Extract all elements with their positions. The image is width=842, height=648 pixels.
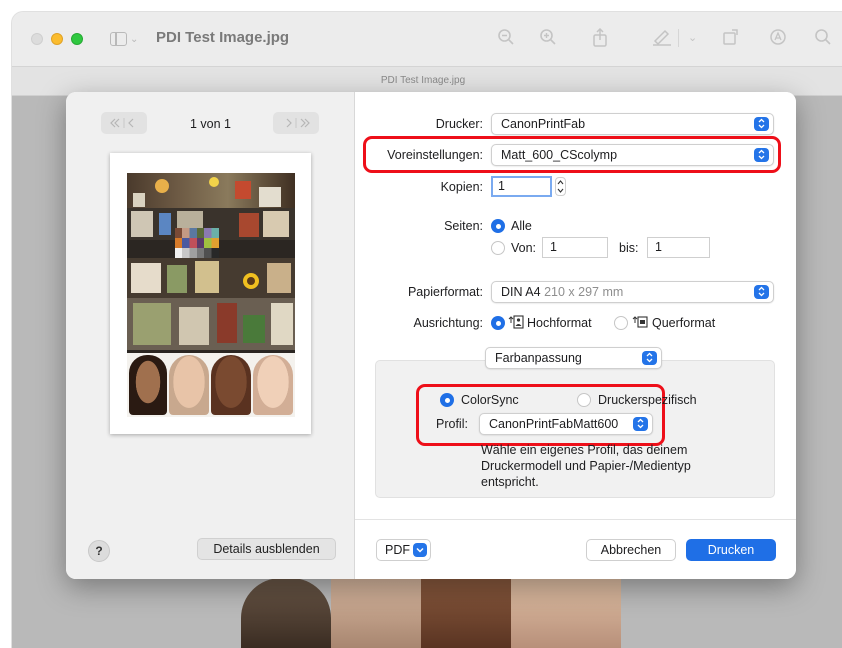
pages-from-input[interactable]: 1 [542, 237, 608, 258]
next-page-button[interactable] [273, 112, 319, 134]
printer-specific-radio[interactable] [577, 393, 591, 407]
printer-specific-label: Druckerspezifisch [598, 393, 697, 407]
up-down-arrows-icon [633, 417, 648, 431]
copies-input[interactable]: 1 [491, 176, 552, 197]
toolbar-divider [678, 29, 679, 47]
pages-all-radio[interactable] [491, 219, 505, 233]
sidebar-toggle-button[interactable]: ⌄ [110, 29, 146, 49]
pages-to-label: bis: [619, 241, 639, 255]
up-down-arrows-icon [642, 351, 657, 365]
landscape-radio[interactable] [614, 316, 628, 330]
copies-stepper[interactable] [555, 177, 566, 196]
pages-label: Seiten: [444, 219, 483, 233]
printer-select[interactable]: CanonPrintFab [491, 113, 774, 135]
presets-label: Voreinstellungen: [387, 148, 483, 162]
title-bar: ⌄ PDI Test Image.jpg ⌄ [12, 12, 842, 66]
pages-from-label: Von: [511, 241, 537, 255]
orientation-label: Ausrichtung: [413, 316, 483, 330]
section-value: Farbanpassung [495, 351, 582, 365]
paper-size-dimensions: 210 x 297 mm [544, 285, 624, 299]
portrait-radio[interactable] [491, 316, 505, 330]
background-photo [331, 578, 421, 648]
paper-size-label: Papierformat: [407, 285, 483, 299]
hide-details-button[interactable]: Details ausblenden [197, 538, 336, 560]
footer-divider [355, 519, 796, 520]
chevron-down-icon [413, 543, 427, 557]
profile-hint: Wähle ein eigenes Profil, das deinem Dru… [481, 443, 691, 489]
presets-value: Matt_600_CScolymp [501, 148, 618, 162]
window-title: PDI Test Image.jpg [156, 29, 290, 46]
profile-select[interactable]: CanonPrintFabMatt600 [479, 413, 653, 435]
chevron-down-icon[interactable]: ⌄ [688, 31, 697, 44]
background-photo [511, 578, 621, 648]
search-icon[interactable] [814, 28, 832, 51]
zoom-in-icon[interactable] [539, 28, 557, 51]
up-down-arrows-icon [754, 285, 769, 299]
pdf-menu-button[interactable]: PDF [376, 539, 431, 561]
presets-select[interactable]: Matt_600_CScolymp [491, 144, 774, 166]
portrait-icon [508, 315, 526, 329]
pages-all-label: Alle [511, 219, 532, 233]
up-down-arrows-icon [754, 117, 769, 131]
background-photo [421, 578, 511, 648]
annotate-icon[interactable] [769, 28, 787, 51]
page-thumbnail [110, 153, 311, 434]
print-settings-pane: Drucker: CanonPrintFab Voreinstellungen:… [355, 92, 796, 579]
printer-value: CanonPrintFab [501, 117, 586, 131]
stepper-arrows-icon [557, 180, 564, 193]
section-select[interactable]: Farbanpassung [485, 347, 662, 369]
share-icon[interactable] [592, 27, 608, 53]
portrait-label: Hochformat [527, 316, 592, 330]
help-button[interactable]: ? [88, 540, 110, 562]
pdf-label: PDF [385, 543, 410, 557]
profile-value: CanonPrintFabMatt600 [489, 417, 619, 431]
minimize-window-button[interactable] [51, 33, 63, 45]
pages-to-input[interactable]: 1 [647, 237, 710, 258]
chevron-down-icon: ⌄ [130, 33, 139, 45]
copies-label: Kopien: [440, 180, 483, 194]
profile-label: Profil: [436, 417, 468, 431]
paper-size-select[interactable]: DIN A4 210 x 297 mm [491, 281, 774, 303]
tab-document[interactable]: PDI Test Image.jpg [12, 75, 842, 86]
zoom-window-button[interactable] [71, 33, 83, 45]
test-image-thumbnail [127, 173, 295, 417]
close-window-button[interactable] [31, 33, 43, 45]
print-preview-pane: 1 von 1 ? Details ausblenden [66, 92, 355, 579]
printer-label: Drucker: [435, 117, 483, 131]
landscape-icon [632, 315, 650, 329]
pages-range-radio[interactable] [491, 241, 505, 255]
up-down-arrows-icon [754, 148, 769, 162]
cancel-button[interactable]: Abbrechen [586, 539, 676, 561]
paper-size-value: DIN A4 [501, 285, 541, 299]
print-button[interactable]: Drucken [686, 539, 776, 561]
colorsync-radio[interactable] [440, 393, 454, 407]
markup-icon[interactable] [652, 28, 672, 51]
background-photo [241, 578, 331, 648]
zoom-out-icon[interactable] [497, 28, 515, 51]
colorsync-label: ColorSync [461, 393, 519, 407]
print-dialog: 1 von 1 ? Details ausblenden Drucker: Ca… [66, 92, 796, 579]
landscape-label: Querformat [652, 316, 716, 330]
rotate-icon[interactable] [722, 28, 740, 51]
sidebar-icon [110, 32, 127, 46]
